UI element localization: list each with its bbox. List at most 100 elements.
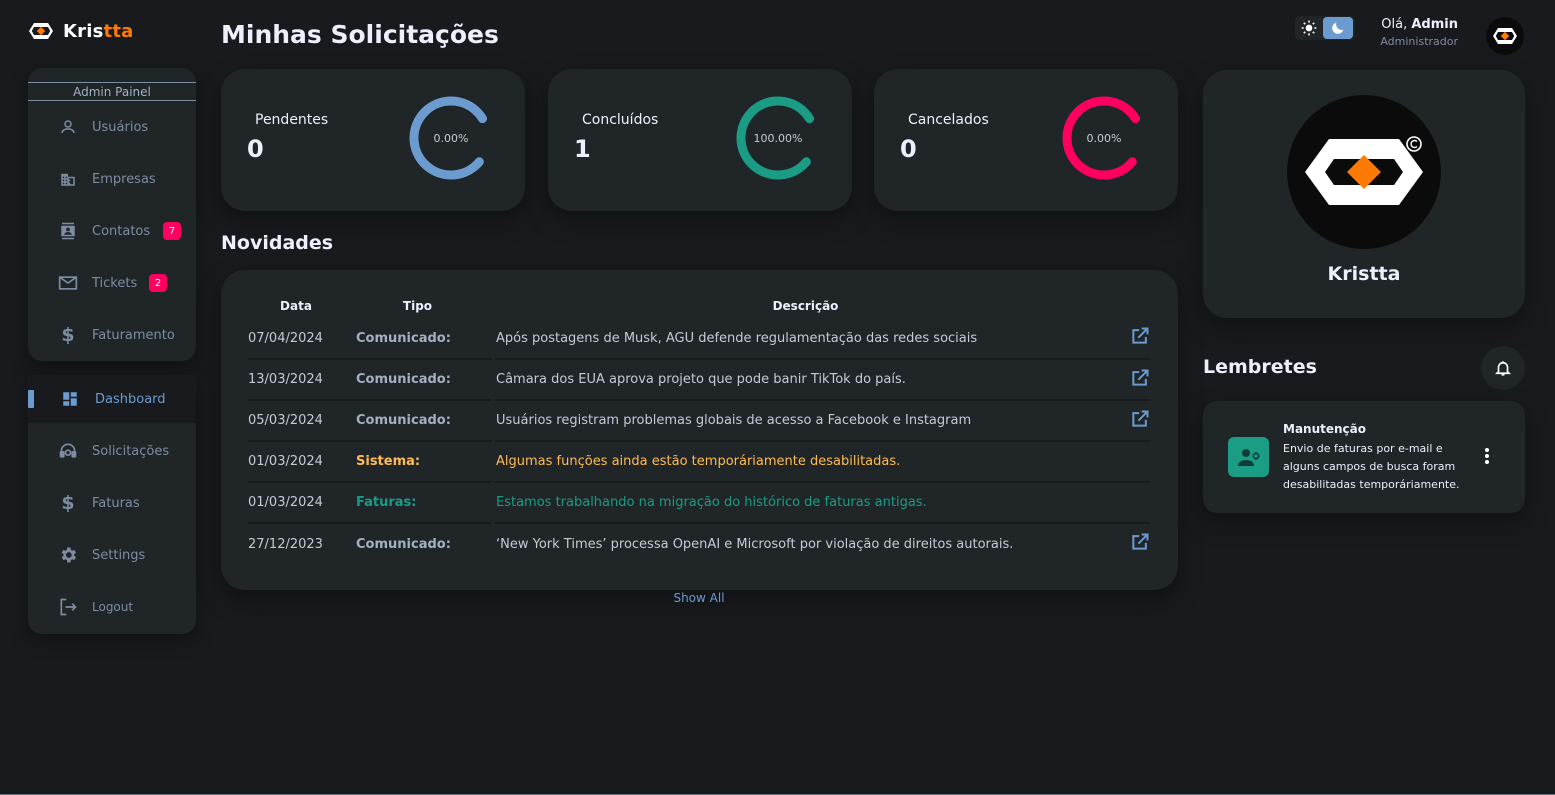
kristta-logo-icon <box>1493 28 1517 44</box>
sidebar-item-label: Faturamento <box>92 327 175 343</box>
main-nav-panel: Dashboard Solicitações $ Faturas Setting… <box>28 375 196 634</box>
open-external-icon[interactable] <box>1130 533 1150 556</box>
reminder-text: Envio de faturas por e-mail e alguns cam… <box>1283 442 1460 491</box>
profile-name: Kristta <box>1327 263 1401 285</box>
avatar[interactable] <box>1287 95 1441 249</box>
news-type: Comunicado: <box>344 318 491 360</box>
stat-card-pendentes: Pendentes 0 0.00% <box>221 69 525 211</box>
stat-title: Pendentes <box>255 112 329 128</box>
brand-name: Kristta <box>63 20 134 42</box>
table-row: 01/03/2024 Faturas: Estamos trabalhando na… <box>248 482 1150 524</box>
sun-icon[interactable] <box>1295 16 1323 40</box>
dollar-icon: $ <box>61 492 75 514</box>
stat-count: 1 <box>574 135 591 163</box>
stat-percent: 100.00% <box>753 131 803 145</box>
news-date: 01/03/2024 <box>248 482 344 524</box>
kristta-logo-icon <box>1305 136 1423 205</box>
reminder-item[interactable]: Manutenção Envio de faturas por e-mail e… <box>1203 401 1525 513</box>
stat-title: Concluídos <box>582 112 659 128</box>
dashboard-icon <box>60 389 80 409</box>
support-agent-icon <box>58 441 78 461</box>
open-external-icon[interactable] <box>1130 369 1150 392</box>
news-date: 05/03/2024 <box>248 400 344 442</box>
news-type: Comunicado: <box>356 536 451 552</box>
sidebar-item-logout[interactable]: Logout <box>28 593 196 621</box>
reminders-section-title: Lembretes <box>1203 356 1317 378</box>
news-description: Usuários registram problemas globais de … <box>495 400 1116 442</box>
sidebar-item-tickets[interactable]: Tickets 2 <box>28 269 196 297</box>
sidebar-item-settings[interactable]: Settings <box>28 541 196 569</box>
news-date: 27/12/2023 <box>248 536 323 552</box>
stat-card-cancelados: Cancelados 0 0.00% <box>874 69 1178 211</box>
open-external-icon[interactable] <box>1130 410 1150 433</box>
table-row: 27/12/2023 Comunicado: ‘New York Times’ pr… <box>248 523 1150 564</box>
avatar[interactable] <box>1486 17 1524 55</box>
news-date: 01/03/2024 <box>248 441 344 483</box>
maintenance-icon <box>1228 437 1269 477</box>
sidebar-item-label: Usuários <box>92 119 149 135</box>
sidebar-item-solicitacoes[interactable]: Solicitações <box>28 437 196 465</box>
news-type: Faturas: <box>344 482 491 524</box>
news-description: ‘New York Times’ processa OpenAI e Micro… <box>496 536 1014 552</box>
news-section-title: Novidades <box>221 232 334 254</box>
news-description: Estamos trabalhando na migração do histó… <box>495 482 1116 524</box>
reminder-title: Manutenção <box>1283 422 1366 436</box>
news-type: Sistema: <box>344 441 491 483</box>
sidebar-item-label: Dashboard <box>95 391 166 407</box>
profile-card: Kristta <box>1203 70 1525 318</box>
sidebar-item-label: Settings <box>92 547 146 563</box>
stat-percent: 0.00% <box>1086 131 1122 145</box>
add-reminder-button[interactable] <box>1481 346 1525 390</box>
table-row: 13/03/2024 Comunicado: Câmara dos EUA apro… <box>248 359 1150 401</box>
table-row: 05/03/2024 Comunicado: Usuários registram … <box>248 400 1150 442</box>
sidebar-item-label: Tickets <box>92 275 138 291</box>
stat-count: 0 <box>247 135 264 163</box>
kristta-logo-icon <box>29 23 53 39</box>
stat-percent: 0.00% <box>433 131 469 145</box>
logout-icon <box>58 597 78 617</box>
sidebar-item-dashboard[interactable]: Dashboard <box>28 375 196 423</box>
sidebar-item-label: Empresas <box>92 171 156 187</box>
news-description: Algumas funções ainda estão temporáriame… <box>495 441 1116 483</box>
column-header-data: Data <box>280 299 312 313</box>
bell-icon <box>1495 361 1511 376</box>
person-icon <box>58 117 78 137</box>
user-greeting: Olá, Admin Administrador <box>1340 17 1458 48</box>
news-type: Comunicado: <box>344 359 491 401</box>
user-role: Administrador <box>1380 35 1458 48</box>
column-header-tipo: Tipo <box>402 299 433 313</box>
page-title: Minhas Solicitações <box>221 20 499 49</box>
sidebar-item-faturamento[interactable]: $ Faturamento <box>28 321 196 349</box>
news-card: Data Tipo Descrição 07/04/2024 Comunicado… <box>221 270 1178 590</box>
news-description: Após postagens de Musk, AGU defende regu… <box>495 318 1116 360</box>
stat-title: Cancelados <box>908 112 989 128</box>
admin-panel-title: Admin Painel <box>28 82 196 101</box>
gear-icon <box>58 545 78 565</box>
dollar-icon: $ <box>61 324 75 346</box>
sidebar-item-contatos[interactable]: Contatos 7 <box>28 217 196 245</box>
news-table: Data Tipo Descrição 07/04/2024 Comunicado… <box>248 294 1150 564</box>
tickets-count-badge: 2 <box>149 274 167 292</box>
sidebar-item-label: Solicitações <box>92 443 170 459</box>
sidebar-item-usuarios[interactable]: Usuários <box>28 113 196 141</box>
sidebar-item-label: Faturas <box>92 495 140 511</box>
stat-card-concluidos: Concluídos 1 100.00% <box>548 69 852 211</box>
brand-logo[interactable]: Kristta <box>28 20 133 42</box>
table-row: 07/04/2024 Comunicado: Após postagens de M… <box>248 318 1150 360</box>
contacts-icon <box>58 221 78 241</box>
sidebar-item-label: Logout <box>92 600 134 614</box>
news-date: 07/04/2024 <box>248 318 344 360</box>
more-vert-icon[interactable] <box>1479 445 1495 467</box>
table-row: 01/03/2024 Sistema: Algumas funções ainda … <box>248 441 1150 483</box>
contacts-count-badge: 7 <box>163 222 181 240</box>
sidebar-item-empresas[interactable]: Empresas <box>28 165 196 193</box>
show-all-link[interactable]: Show All <box>660 591 738 605</box>
building-icon <box>58 169 78 189</box>
open-external-icon[interactable] <box>1130 327 1150 350</box>
sidebar-item-faturas[interactable]: $ Faturas <box>28 489 196 517</box>
news-description: Câmara dos EUA aprova projeto que pode b… <box>495 359 1116 401</box>
user-name: Admin <box>1411 17 1458 32</box>
admin-panel: Admin Painel Usuários Empresas Contatos … <box>28 68 196 361</box>
column-header-descricao: Descrição <box>772 299 839 313</box>
active-indicator <box>28 390 34 408</box>
